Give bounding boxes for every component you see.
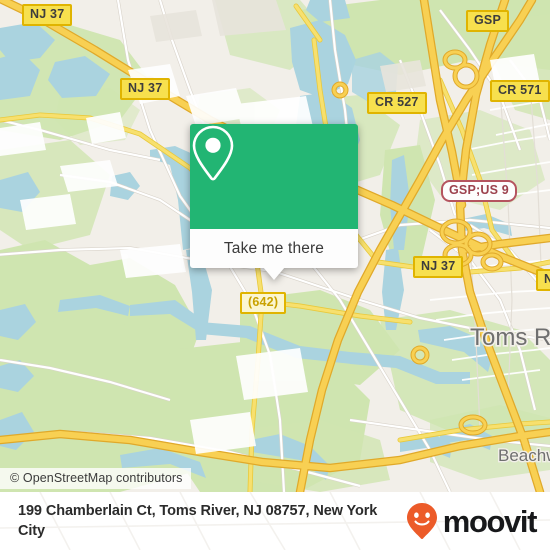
road-shield: NJ 37 xyxy=(120,78,171,100)
take-me-there-button[interactable]: Take me there xyxy=(224,240,324,258)
popup-pin-panel xyxy=(190,124,358,229)
footer-bar: 199 Chamberlain Ct, Toms River, NJ 08757… xyxy=(0,492,550,550)
road-shield: (642) xyxy=(240,292,287,314)
road-shield-label: GSP;US 9 xyxy=(449,183,509,197)
road-shield: NJ 37 xyxy=(536,269,550,291)
road-shield-label: GSP xyxy=(474,13,501,27)
road-shield: GSP;US 9 xyxy=(441,180,517,202)
popup-tail xyxy=(263,267,285,280)
road-shield: CR 571 xyxy=(490,80,550,102)
address-text: 199 Chamberlain Ct, Toms River, NJ 08757… xyxy=(18,503,378,539)
road-shield-label: (642) xyxy=(248,295,279,309)
road-shield: CR 527 xyxy=(367,92,427,114)
city-label-toms-river: Toms River xyxy=(470,324,550,351)
map-canvas[interactable]: Toms River Beachwood NJ 37 NJ 37 CR 527 GSP… xyxy=(0,0,550,492)
road-shield: GSP xyxy=(466,10,509,32)
road-shield-label: CR 527 xyxy=(375,95,419,109)
road-shield: NJ 37 xyxy=(22,4,73,26)
road-shield-label: NJ 37 xyxy=(544,272,550,286)
location-popup[interactable]: Take me there xyxy=(190,124,358,280)
map-pin-icon xyxy=(192,125,234,181)
popup-action-panel[interactable]: Take me there xyxy=(190,229,358,280)
map-screenshot: Toms River Beachwood NJ 37 NJ 37 CR 527 GSP… xyxy=(0,0,550,550)
moovit-smiley-pin-icon xyxy=(406,503,437,539)
road-shield: NJ 37 xyxy=(413,256,464,278)
road-shield-label: NJ 37 xyxy=(421,259,456,273)
city-label-beachwood: Beachwood xyxy=(498,446,550,465)
moovit-wordmark: moovit xyxy=(442,503,538,539)
road-shield-label: CR 571 xyxy=(498,83,542,97)
road-shield-label: NJ 37 xyxy=(30,7,65,21)
moovit-logo[interactable]: moovit xyxy=(405,502,538,540)
osm-attribution[interactable]: © OpenStreetMap contributors xyxy=(0,468,191,489)
road-shield-label: NJ 37 xyxy=(128,81,163,95)
